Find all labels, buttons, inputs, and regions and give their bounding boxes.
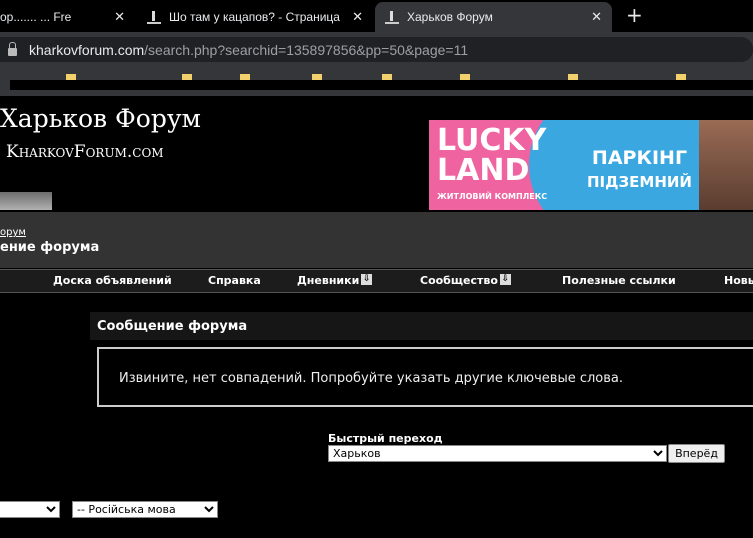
quick-jump-label: Быстрый переход <box>328 432 443 445</box>
close-tab-icon[interactable]: ✕ <box>591 9 602 25</box>
tab-title: Харьков Форум <box>407 10 493 24</box>
nav-blogs[interactable]: Дневники ⇩ <box>297 274 373 287</box>
nav-community[interactable]: Сообщество ⇩ <box>420 274 511 287</box>
close-tab-icon[interactable]: ✕ <box>352 9 363 25</box>
tab-1[interactable]: ор....... ... Fre ✕ <box>0 2 135 32</box>
message-header: Сообщение форума <box>90 312 753 340</box>
close-tab-icon[interactable]: ✕ <box>114 9 125 25</box>
favicon-icon <box>147 10 161 24</box>
logo-title: Харьков Форум <box>0 104 201 133</box>
url-path: /search.php?searchid=135897856&pp=50&pag… <box>144 41 469 58</box>
breadcrumb-link[interactable]: орум <box>0 227 26 238</box>
language-select[interactable]: -- Російська мова <box>72 501 218 518</box>
nav-help[interactable]: Справка <box>208 274 261 287</box>
message-box: Извините, нет совпадений. Попробуйте ука… <box>97 347 753 407</box>
tab-title: Шо там у кацапов? - Страница <box>169 10 340 24</box>
banner-photo <box>699 120 753 210</box>
nav-classifieds[interactable]: Доска объявлений <box>53 274 172 287</box>
tab-title: ор....... ... Fre <box>0 10 72 24</box>
logo-subtitle: KharkovForum.com <box>6 142 164 162</box>
go-button[interactable]: Вперёд <box>668 444 725 463</box>
nav-links[interactable]: Полезные ссылки <box>562 274 676 287</box>
dropdown-arrow-icon: ⇩ <box>499 274 511 285</box>
banner-brand: LUCKY LAND <box>437 123 547 188</box>
banner-tagline: ЖИТЛОВИЙ КОМПЛЕКС <box>437 192 548 201</box>
style-select[interactable] <box>0 501 60 518</box>
tab-2[interactable]: Шо там у кацапов? - Страница ✕ <box>137 2 373 32</box>
quick-jump-select[interactable]: Харьков <box>328 445 667 462</box>
banner-offer: ПАРКІНГ ПІДЗЕМНИЙ <box>587 147 692 191</box>
message-text: Извините, нет совпадений. Попробуйте ука… <box>119 371 624 386</box>
lock-icon <box>8 41 17 56</box>
redaction-bar <box>10 80 753 90</box>
building-image <box>0 192 52 210</box>
tab-active[interactable]: Харьков Форум ✕ <box>375 2 612 32</box>
breadcrumb-bar <box>0 212 753 268</box>
page-title: ение форума <box>0 240 100 255</box>
url-host: kharkovforum.com <box>29 41 145 58</box>
nav-new[interactable]: Новы <box>724 274 753 287</box>
ad-banner[interactable]: LUCKY LAND ЖИТЛОВИЙ КОМПЛЕКС ПАРКІНГ ПІДЗЕ… <box>429 120 753 210</box>
address-bar[interactable]: kharkovforum.com/search.php?searchid=135… <box>0 37 753 62</box>
new-tab-button[interactable]: + <box>626 3 643 27</box>
dropdown-arrow-icon: ⇩ <box>361 274 373 285</box>
favicon-icon <box>385 10 399 24</box>
